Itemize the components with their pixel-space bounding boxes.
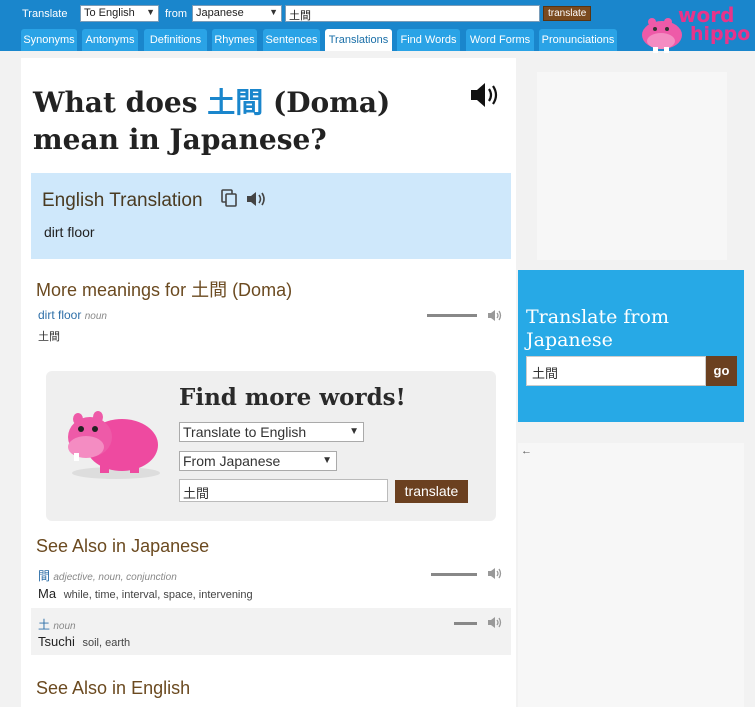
title-prefix: What does <box>33 86 208 119</box>
speaker-icon[interactable] <box>487 616 503 629</box>
more-meanings-heading: More meanings for 土間 (Doma) <box>36 280 293 300</box>
translate-from-value: From Japanese <box>183 453 281 469</box>
search-input-value: 土間 <box>289 10 311 22</box>
see-also-gloss: while, time, interval, space, intervenin… <box>63 589 253 601</box>
search-input[interactable]: 土間 <box>285 5 540 22</box>
ad-slot <box>537 72 727 260</box>
copy-icon[interactable] <box>221 189 238 208</box>
back-arrow-icon[interactable]: ← <box>521 445 532 457</box>
tab-rhymes[interactable]: Rhymes <box>212 29 257 51</box>
from-language-select[interactable]: Japanese ▼ <box>192 5 282 22</box>
from-language-value: Japanese <box>196 7 244 19</box>
main-content: What does 土間 (Doma) mean in Japanese? En… <box>21 58 516 707</box>
see-also-gloss: soil, earth <box>82 637 131 649</box>
see-also-english-heading: See Also in English <box>36 678 191 698</box>
see-also-japanese-heading: See Also in Japanese <box>36 536 210 556</box>
speaker-icon[interactable] <box>469 80 501 110</box>
see-also-jp-word[interactable]: 土 noun <box>38 616 76 633</box>
meaning-item: dirt floor noun <box>38 308 107 322</box>
translate-label: Translate <box>22 8 68 20</box>
translate-from-select[interactable]: From Japanese ▼ <box>179 451 337 471</box>
sidebar-search-input[interactable]: 土間 <box>526 356 706 386</box>
chevron-down-icon: ▼ <box>269 7 278 17</box>
find-more-input[interactable]: 土間 <box>179 479 388 502</box>
see-also-reading: Ma while, time, interval, space, interve… <box>38 586 253 601</box>
meaning-word-link[interactable]: dirt floor <box>38 308 81 322</box>
find-more-translate-button[interactable]: translate <box>395 480 468 503</box>
wordhippo-logo[interactable]: word hippo <box>638 3 754 59</box>
chevron-down-icon: ▼ <box>322 455 332 466</box>
title-word: 土間 <box>207 86 264 119</box>
speaker-icon[interactable] <box>487 309 503 322</box>
ad-slot: ← <box>518 443 744 707</box>
chevron-down-icon: ▼ <box>349 426 359 437</box>
tab-find-words[interactable]: Find Words <box>397 29 460 51</box>
see-also-jp-text: 間 <box>38 569 51 583</box>
tab-pronunciations[interactable]: Pronunciations <box>539 29 617 51</box>
tab-word-forms[interactable]: Word Forms <box>466 29 534 51</box>
see-also-jp-text: 土 <box>38 618 51 632</box>
find-more-words-widget: Find more words! Translate to English ▼ … <box>46 371 496 521</box>
find-more-input-value: 土間 <box>183 486 210 501</box>
tab-definitions[interactable]: Definitions <box>144 29 207 51</box>
audio-bar <box>431 573 477 576</box>
see-also-pos: noun <box>53 621 76 632</box>
tab-antonyms[interactable]: Antonyms <box>82 29 138 51</box>
translate-from-panel: Translate from Japanese 土間 go <box>518 270 744 422</box>
translation-title: English Translation <box>42 190 203 211</box>
find-more-words-title: Find more words! <box>179 384 406 411</box>
see-also-jp-word[interactable]: 間 adjective, noun, conjunction <box>38 567 177 584</box>
see-also-romaji: Tsuchi <box>38 634 75 649</box>
to-language-value: To English <box>84 7 135 19</box>
translate-from-title: Translate from Japanese <box>526 306 669 351</box>
from-label: from <box>165 8 187 20</box>
translation-value: dirt floor <box>44 224 95 240</box>
audio-bar <box>427 314 477 317</box>
chevron-down-icon: ▼ <box>146 7 155 17</box>
meaning-pos: noun <box>84 311 107 322</box>
hippo-icon <box>68 411 160 479</box>
logo-hippo-text: hippo <box>690 23 751 45</box>
sidebar-input-value: 土間 <box>532 366 559 381</box>
meaning-jp: 土間 <box>38 331 60 343</box>
audio-bar <box>454 622 477 625</box>
translate-to-select[interactable]: Translate to English ▼ <box>179 422 364 442</box>
see-also-reading: Tsuchi soil, earth <box>38 634 130 649</box>
go-button[interactable]: go <box>706 356 737 386</box>
see-also-pos: adjective, noun, conjunction <box>53 572 177 583</box>
see-also-romaji: Ma <box>38 586 57 601</box>
to-language-select[interactable]: To English ▼ <box>80 5 159 22</box>
list-item: 土 noun Tsuchi soil, earth <box>31 608 511 655</box>
tab-sentences[interactable]: Sentences <box>263 29 320 51</box>
page-title: What does 土間 (Doma) mean in Japanese? <box>33 84 473 158</box>
tab-translations[interactable]: Translations <box>325 29 392 51</box>
speaker-icon[interactable] <box>487 567 503 580</box>
tab-synonyms[interactable]: Synonyms <box>21 29 77 51</box>
english-translation-box: English Translation dirt floor <box>31 173 511 259</box>
speaker-icon[interactable] <box>246 190 268 208</box>
translate-button[interactable]: translate <box>543 6 592 21</box>
list-item: 間 adjective, noun, conjunction Ma while,… <box>31 562 511 606</box>
translate-to-value: Translate to English <box>183 424 307 440</box>
